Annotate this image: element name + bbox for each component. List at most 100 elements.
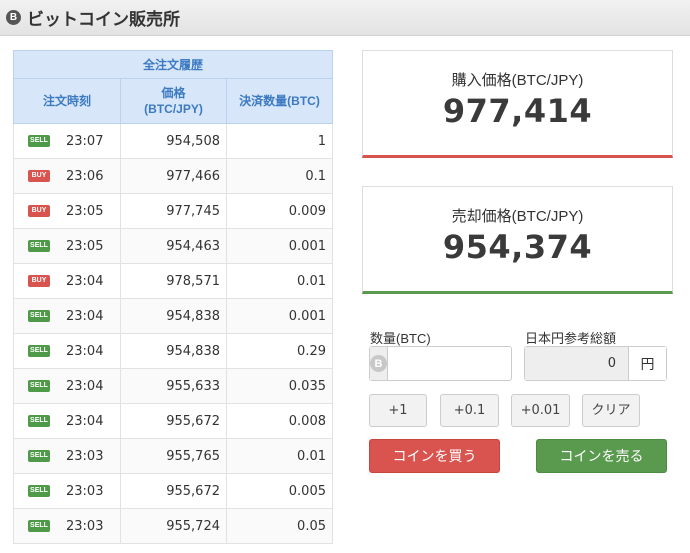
add-0.01-button[interactable]: +0.01 — [511, 394, 570, 427]
sell-badge: SELL — [28, 450, 50, 462]
order-time: 23:04 — [66, 308, 104, 324]
order-quantity: 0.008 — [226, 403, 333, 439]
order-time: 23:04 — [66, 343, 104, 359]
table-row: SELL 23:04 955,672 0.008 — [13, 403, 333, 439]
order-quantity: 0.01 — [226, 438, 333, 474]
table-row: BUY 23:04 978,571 0.01 — [13, 263, 333, 299]
order-time-cell: SELL 23:04 — [13, 403, 121, 439]
sell-badge: SELL — [28, 520, 50, 532]
order-time-cell: SELL 23:03 — [13, 473, 121, 509]
order-price: 954,463 — [120, 228, 227, 264]
order-quantity: 0.01 — [226, 263, 333, 299]
order-time-cell: SELL 23:03 — [13, 438, 121, 474]
order-time-cell: SELL 23:04 — [13, 298, 121, 334]
clear-button[interactable]: クリア — [582, 394, 640, 427]
page-header: B ビットコイン販売所 — [0, 0, 690, 36]
order-time-cell: SELL 23:04 — [13, 368, 121, 404]
table-row: BUY 23:06 977,466 0.1 — [13, 158, 333, 194]
order-history-table: 全注文履歴 注文時刻 価格 (BTC/JPY) 決済数量(BTC) SELL 23… — [13, 50, 333, 544]
column-header-price-line1: 価格 — [161, 86, 186, 100]
order-price: 955,765 — [120, 438, 227, 474]
order-quantity: 0.035 — [226, 368, 333, 404]
sell-price-label: 売却価格(BTC/JPY) — [451, 208, 584, 225]
order-quantity: 0.29 — [226, 333, 333, 369]
buy-coin-button[interactable]: コインを買う — [369, 439, 500, 473]
order-price: 955,672 — [120, 473, 227, 509]
order-price: 955,633 — [120, 368, 227, 404]
order-time: 23:05 — [66, 238, 104, 254]
table-row: SELL 23:03 955,724 0.05 — [13, 508, 333, 544]
jpy-total-group: 円 — [524, 346, 667, 381]
order-price: 954,838 — [120, 298, 227, 334]
table-row: BUY 23:05 977,745 0.009 — [13, 193, 333, 229]
table-row: SELL 23:03 955,672 0.005 — [13, 473, 333, 509]
sell-badge: SELL — [28, 310, 50, 322]
bitcoin-icon: B — [6, 10, 21, 25]
order-price: 955,672 — [120, 403, 227, 439]
buy-price-value: 977,414 — [442, 92, 593, 130]
table-row: SELL 23:03 955,765 0.01 — [13, 438, 333, 474]
order-price: 954,838 — [120, 333, 227, 369]
order-price: 978,571 — [120, 263, 227, 299]
buy-badge: BUY — [28, 275, 50, 287]
order-quantity: 0.1 — [226, 158, 333, 194]
sell-badge: SELL — [28, 240, 50, 252]
order-time: 23:03 — [66, 483, 104, 499]
order-time-cell: SELL 23:04 — [13, 333, 121, 369]
order-time-cell: BUY 23:05 — [13, 193, 121, 229]
bitcoin-icon: B — [370, 355, 387, 372]
add-1-button[interactable]: +1 — [369, 394, 427, 427]
column-header-time: 注文時刻 — [13, 78, 121, 124]
order-time: 23:04 — [66, 413, 104, 429]
buy-price-label: 購入価格(BTC/JPY) — [451, 72, 584, 89]
order-time: 23:04 — [66, 378, 104, 394]
buy-price-panel: 購入価格(BTC/JPY) 977,414 — [362, 50, 673, 158]
quantity-input-group: B — [369, 346, 586, 381]
table-row: SELL 23:04 954,838 0.001 — [13, 298, 333, 334]
order-time: 23:03 — [66, 448, 104, 464]
sell-badge: SELL — [28, 135, 50, 147]
column-header-qty: 決済数量(BTC) — [226, 78, 333, 124]
quantity-label: 数量(BTC) — [370, 331, 431, 346]
sell-badge: SELL — [28, 485, 50, 497]
order-price: 977,745 — [120, 193, 227, 229]
order-quantity: 0.001 — [226, 228, 333, 264]
sell-price-panel: 売却価格(BTC/JPY) 954,374 — [362, 186, 673, 294]
page-title: ビットコイン販売所 — [27, 10, 180, 29]
order-time-cell: BUY 23:06 — [13, 158, 121, 194]
quantity-addon: B — [370, 347, 388, 380]
sell-badge: SELL — [28, 345, 50, 357]
buy-badge: BUY — [28, 170, 50, 182]
column-header-price-line2: (BTC/JPY) — [144, 102, 203, 116]
buy-badge: BUY — [28, 205, 50, 217]
order-time: 23:05 — [66, 203, 104, 219]
order-price: 977,466 — [120, 158, 227, 194]
order-time-cell: SELL 23:07 — [13, 123, 121, 159]
order-quantity: 1 — [226, 123, 333, 159]
order-time: 23:06 — [66, 168, 104, 184]
sell-coin-button[interactable]: コインを売る — [536, 439, 667, 473]
table-row: SELL 23:04 955,633 0.035 — [13, 368, 333, 404]
order-history-caption: 全注文履歴 — [13, 50, 333, 79]
sell-badge: SELL — [28, 380, 50, 392]
order-quantity: 0.05 — [226, 508, 333, 544]
jpy-total-label: 日本円参考総額 — [525, 331, 617, 346]
order-time: 23:03 — [66, 518, 104, 534]
order-price: 954,508 — [120, 123, 227, 159]
column-header-price: 価格 (BTC/JPY) — [120, 78, 227, 124]
order-time-cell: BUY 23:04 — [13, 263, 121, 299]
add-0.1-button[interactable]: +0.1 — [440, 394, 499, 427]
order-time-cell: SELL 23:03 — [13, 508, 121, 544]
order-time: 23:04 — [66, 273, 104, 289]
order-quantity: 0.001 — [226, 298, 333, 334]
order-time: 23:07 — [66, 133, 104, 149]
jpy-total-field — [525, 347, 628, 380]
table-row: SELL 23:07 954,508 1 — [13, 123, 333, 159]
order-quantity: 0.009 — [226, 193, 333, 229]
sell-price-value: 954,374 — [442, 228, 593, 266]
yen-unit-label: 円 — [628, 347, 666, 380]
order-price: 955,724 — [120, 508, 227, 544]
order-time-cell: SELL 23:05 — [13, 228, 121, 264]
sell-badge: SELL — [28, 415, 50, 427]
order-quantity: 0.005 — [226, 473, 333, 509]
